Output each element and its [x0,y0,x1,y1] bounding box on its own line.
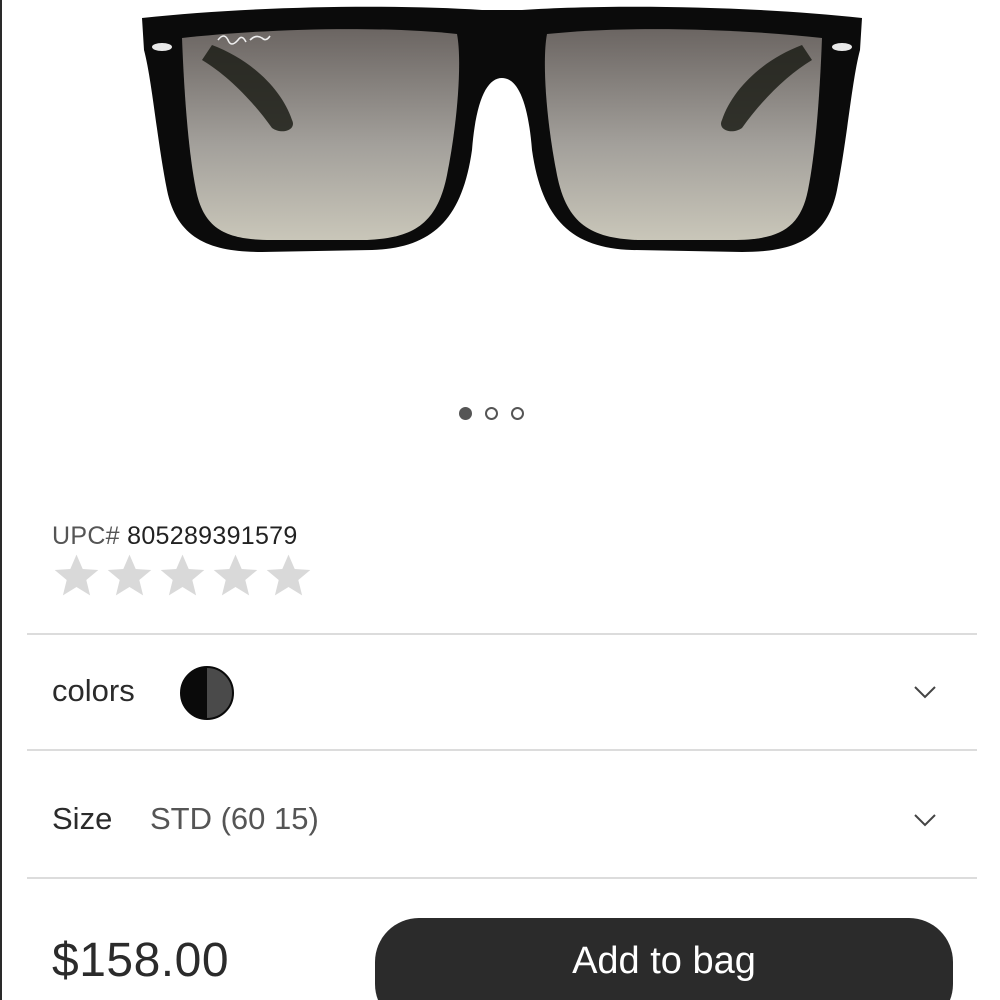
star-icon[interactable] [52,553,101,599]
upc-line: UPC# 805289391579 [52,522,298,551]
upc-label: UPC# [52,522,120,550]
star-icon[interactable] [211,553,260,599]
size-label: Size [52,801,113,836]
colors-label: colors [52,673,135,708]
product-page: UPC# 805289391579 colors Size STD (60 15… [0,0,1000,1000]
star-icon[interactable] [264,553,313,599]
carousel-dot-2[interactable] [485,407,498,420]
size-value: STD (60 15) [150,801,319,836]
image-carousel-dots [459,407,524,420]
rating-stars[interactable] [52,553,313,599]
chevron-down-icon[interactable] [913,685,937,699]
upc-value: 805289391579 [127,522,298,550]
price: $158.00 [52,934,230,987]
carousel-dot-1[interactable] [459,407,472,420]
chevron-down-icon[interactable] [913,813,937,827]
star-icon[interactable] [105,553,154,599]
sunglasses-image[interactable] [132,0,872,270]
add-to-bag-button[interactable]: Add to bag [375,918,953,1000]
star-icon[interactable] [158,553,207,599]
carousel-dot-3[interactable] [511,407,524,420]
divider [27,877,977,879]
size-selector[interactable]: Size STD (60 15) [27,751,977,865]
color-swatch[interactable] [180,666,234,720]
colors-selector[interactable]: colors [27,635,977,749]
